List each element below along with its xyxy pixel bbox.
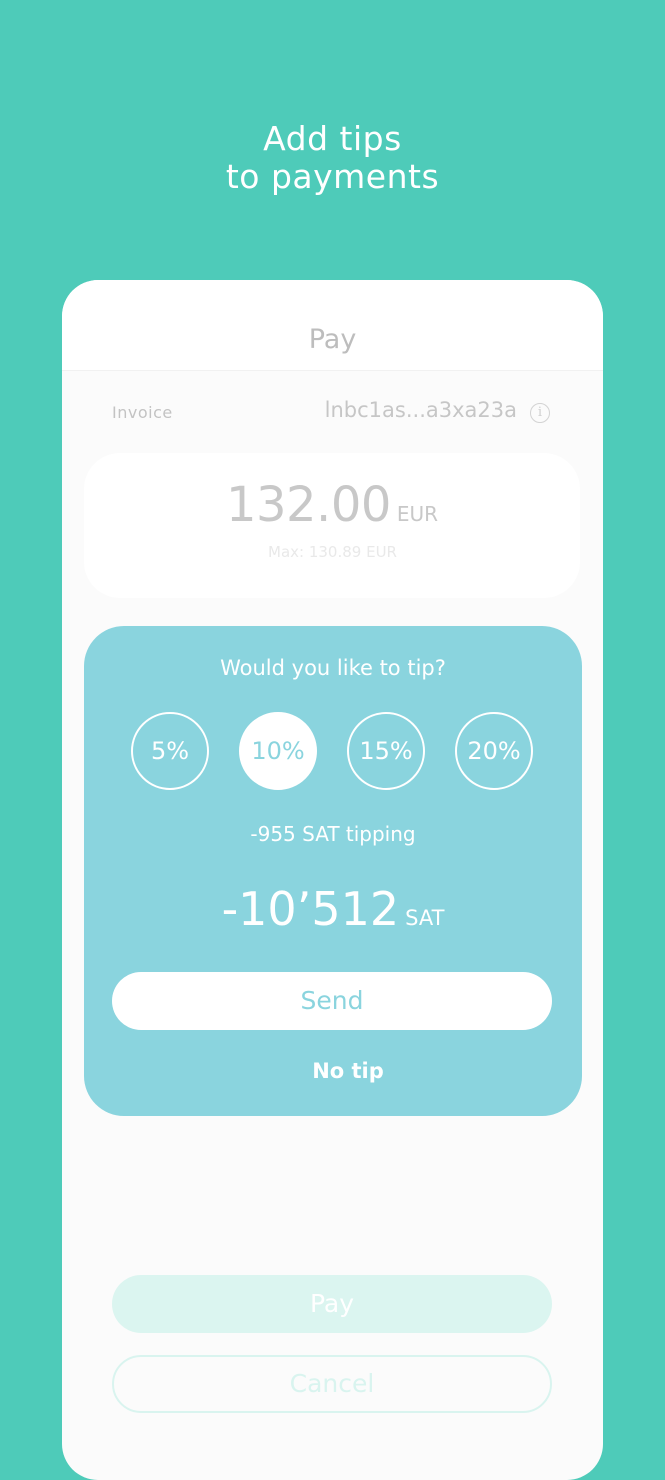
- headline-line-1: Add tips: [263, 119, 402, 158]
- no-tip-button[interactable]: No tip: [84, 1059, 603, 1083]
- tip-option-20[interactable]: 20%: [455, 712, 533, 790]
- tip-total-value: -10’512: [221, 882, 400, 936]
- tip-option-15[interactable]: 15%: [347, 712, 425, 790]
- amount-card: 132.00 EUR: [84, 453, 580, 598]
- info-icon[interactable]: i: [530, 403, 550, 423]
- tip-total: -10’512 SAT: [84, 882, 582, 936]
- amount-currency: EUR: [396, 502, 439, 526]
- tip-question: Would you like to tip?: [220, 656, 446, 680]
- tip-card: Would you like to tip? 5% 10% 15% 20% -9…: [84, 626, 582, 1116]
- headline: Add tips to payments: [0, 120, 665, 196]
- amount-display: 132.00 EUR: [84, 477, 580, 533]
- tip-option-10[interactable]: 10%: [239, 712, 317, 790]
- pay-button[interactable]: Pay: [112, 1275, 552, 1333]
- amount-value: 132.00: [225, 477, 391, 533]
- cancel-button[interactable]: Cancel: [112, 1355, 552, 1413]
- headline-line-2: to payments: [225, 157, 440, 196]
- max-amount-text: Max: 130.89 EUR: [268, 543, 397, 561]
- tip-option-5[interactable]: 5%: [131, 712, 209, 790]
- invoice-value: lnbc1as...a3xa23a: [324, 398, 517, 422]
- tipping-amount-text: -955 SAT tipping: [250, 822, 416, 846]
- invoice-label: Invoice: [112, 403, 173, 422]
- app-header: Pay: [62, 280, 603, 371]
- phone-screen: Pay Invoice lnbc1as...a3xa23a i 132.00 EU…: [62, 280, 603, 1480]
- tip-total-unit: SAT: [405, 906, 445, 930]
- send-button[interactable]: Send: [112, 972, 552, 1030]
- page-title: Pay: [308, 324, 357, 355]
